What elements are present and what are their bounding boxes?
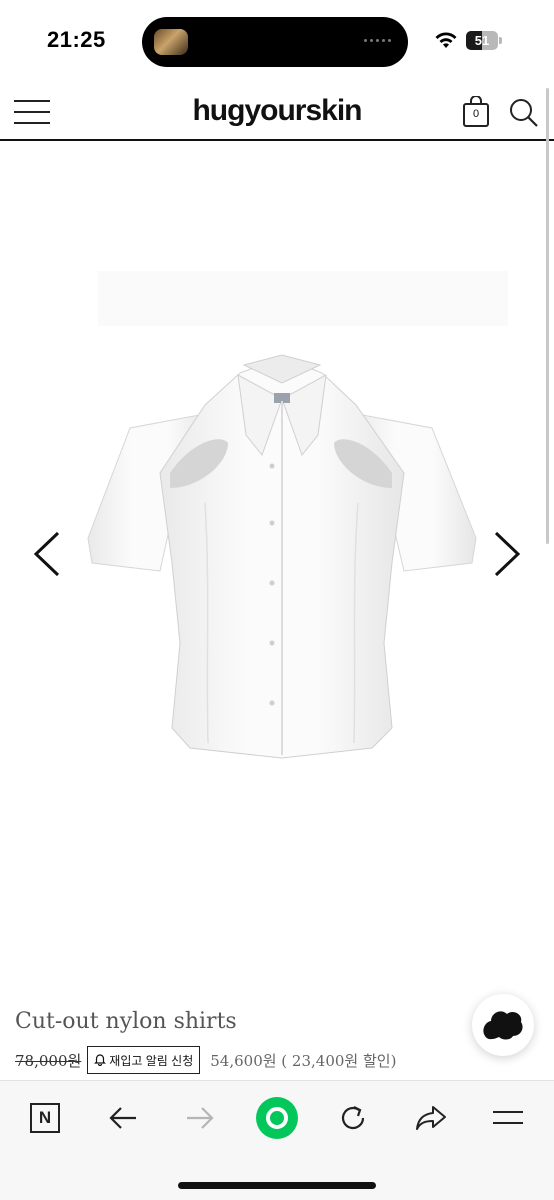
site-header: hugyourskin 0 (0, 82, 554, 141)
cart-count: 0 (472, 108, 480, 120)
chat-blob-icon (483, 1011, 523, 1040)
now-playing-thumbnail-icon (154, 29, 188, 55)
restock-label: 재입고 알림 신청 (109, 1053, 194, 1068)
status-bar: 21:25 51 (0, 0, 554, 82)
forward-arrow-icon (187, 1107, 214, 1129)
back-arrow-icon (109, 1107, 136, 1129)
share-icon (416, 1106, 446, 1130)
battery-level: 51 (474, 33, 490, 48)
product-photo (87, 271, 508, 759)
reload-icon (341, 1106, 365, 1130)
search-icon[interactable] (509, 98, 539, 128)
battery-icon: 51 (466, 31, 502, 51)
price-row: 78,000원 재입고 알림 신청 54,600원 ( 23,400원 할인) (15, 1045, 396, 1075)
audio-wave-icon (364, 39, 394, 43)
naver-n-icon: N (30, 1103, 60, 1133)
original-price: 78,000원 (15, 1051, 82, 1070)
shopping-bag-icon[interactable]: 0 (462, 95, 490, 128)
reload-button[interactable] (333, 1101, 373, 1135)
restock-alert-button[interactable]: 재입고 알림 신청 (87, 1046, 201, 1074)
browser-menu-button[interactable] (488, 1101, 528, 1135)
sale-price: 54,600원 ( 23,400원 할인) (210, 1051, 397, 1070)
wifi-icon (435, 32, 457, 48)
green-dot-icon (256, 1097, 298, 1139)
green-dot-button[interactable] (254, 1095, 300, 1141)
status-time: 21:25 (47, 27, 106, 52)
naver-home-button[interactable]: N (25, 1101, 65, 1135)
product-image-gallery[interactable] (0, 143, 554, 995)
back-button[interactable] (103, 1101, 143, 1135)
menu-icon (493, 1111, 523, 1124)
home-indicator[interactable] (178, 1182, 376, 1189)
chat-button[interactable] (472, 994, 534, 1056)
product-name: Cut-out nylon shirts (15, 1009, 237, 1034)
browser-toolbar: N (0, 1080, 554, 1200)
bell-icon (94, 1054, 107, 1066)
share-button[interactable] (411, 1101, 451, 1135)
dynamic-island[interactable] (142, 17, 408, 67)
chevron-right-icon[interactable] (490, 529, 524, 579)
chevron-left-icon[interactable] (30, 529, 64, 579)
forward-button[interactable] (180, 1101, 220, 1135)
